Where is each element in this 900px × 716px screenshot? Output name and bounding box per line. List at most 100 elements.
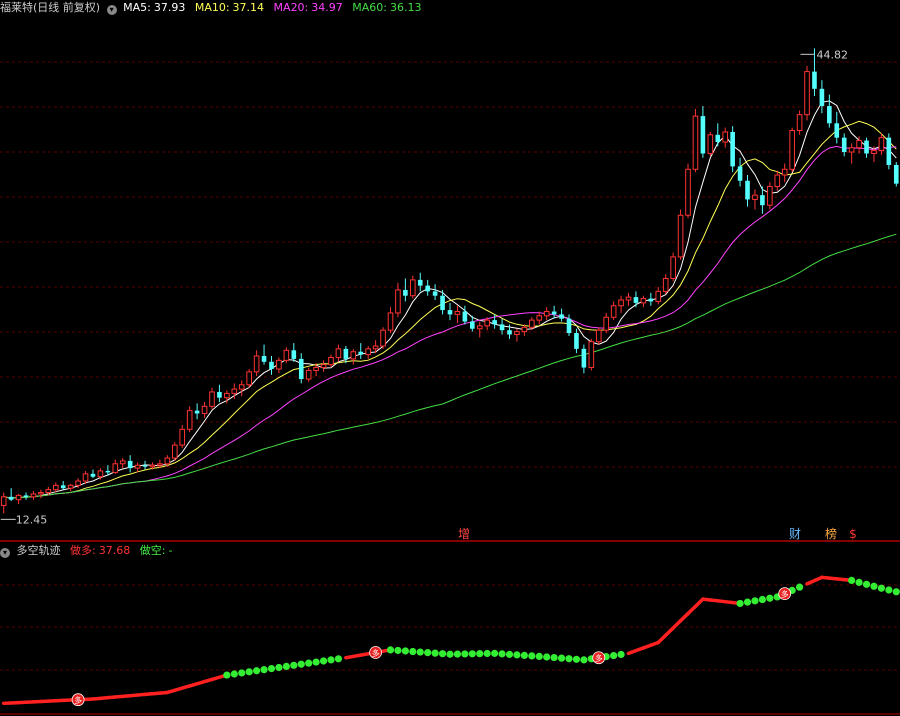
- short-dot: [543, 653, 551, 661]
- short-dot: [438, 650, 447, 658]
- candle-body-up: [395, 289, 401, 314]
- indicator-panel-header: ▾ 多空轨迹 做多: 37.68 做空: -: [0, 543, 175, 559]
- candle-body-down: [730, 131, 735, 167]
- stock-chart[interactable]: 44.8212.45增财榜 $多多多多: [0, 0, 900, 716]
- candle-body-up: [536, 315, 543, 321]
- candle-body-up: [484, 319, 490, 327]
- short-dot: [520, 651, 528, 659]
- candle-body-down: [142, 465, 148, 467]
- short-dot: [758, 595, 766, 604]
- candle-body-down: [298, 358, 304, 380]
- short-label: 做空:: [139, 544, 166, 557]
- candle-body-up: [610, 305, 617, 318]
- ma60-label: MA60:: [352, 1, 387, 14]
- short-dot: [230, 670, 238, 678]
- candle-body-up: [238, 384, 245, 390]
- candle-body-up: [662, 277, 669, 292]
- short-dot: [513, 651, 521, 659]
- short-dot: [535, 652, 543, 661]
- short-dot: [862, 580, 871, 588]
- panel-settings-icon[interactable]: ▾: [106, 5, 117, 15]
- candle-body-up: [677, 214, 684, 258]
- event-marker: 财: [789, 527, 801, 541]
- short-dot: [892, 588, 900, 596]
- candle-body-up: [796, 114, 803, 131]
- candle-body-down: [648, 298, 654, 302]
- candle-body-up: [365, 348, 371, 356]
- short-dot: [855, 578, 863, 586]
- candle-body-down: [864, 140, 869, 154]
- candle-body-up: [224, 392, 230, 399]
- short-dot: [453, 650, 462, 658]
- candle-body-up: [655, 290, 662, 302]
- short-dot: [610, 651, 618, 660]
- candle-body-up: [112, 463, 119, 473]
- candle-body-down: [403, 289, 408, 296]
- short-dot: [334, 655, 343, 663]
- candle-body-up: [670, 256, 676, 279]
- candle-body-down: [700, 116, 706, 154]
- candle-body-up: [75, 480, 81, 486]
- candle-body-up: [119, 460, 126, 465]
- candle-body-up: [476, 325, 483, 330]
- candle-body-up: [640, 298, 647, 304]
- candle-body-up: [804, 71, 810, 116]
- short-dot: [461, 650, 469, 658]
- ma10-value: 37.14: [232, 1, 265, 14]
- candle-body-up: [253, 355, 260, 373]
- candle-body-up: [618, 299, 624, 307]
- candle-body-up: [305, 369, 312, 380]
- candle-body-down: [432, 291, 438, 296]
- candle-body-down: [343, 348, 349, 359]
- candle-body-up: [410, 279, 416, 297]
- short-dot: [766, 594, 774, 602]
- candle-body-down: [812, 71, 817, 89]
- candle-body-down: [633, 297, 639, 303]
- candle-body-down: [194, 410, 200, 414]
- candle-body-up: [82, 473, 89, 482]
- candle-body-down: [566, 318, 572, 334]
- ma5-line: [3, 100, 897, 499]
- short-dot: [550, 653, 558, 662]
- candle-body-up: [871, 150, 877, 154]
- candle-body-down: [745, 180, 750, 200]
- candle-body-down: [127, 460, 133, 469]
- candle-body-up: [164, 457, 171, 465]
- indicator-settings-icon[interactable]: ▾: [0, 548, 10, 558]
- short-dot: [736, 599, 744, 608]
- candle-body-up: [45, 489, 52, 494]
- candle-body-up: [52, 484, 59, 491]
- candle-body-down: [893, 164, 899, 184]
- event-marker: 榜: [825, 526, 837, 541]
- indicator-title: 多空轨迹: [16, 544, 61, 557]
- short-dot: [491, 649, 499, 657]
- short-dot: [416, 648, 424, 656]
- candle-body-up: [149, 464, 156, 468]
- candle-body-down: [715, 134, 721, 142]
- candle-body-down: [559, 314, 564, 319]
- candle-body-up: [767, 186, 773, 206]
- candle-body-up: [848, 147, 855, 153]
- candle-body-down: [217, 391, 222, 398]
- candle-body-down: [8, 496, 14, 500]
- candle-body-down: [358, 351, 364, 355]
- short-dot: [795, 583, 804, 591]
- candles: [0, 48, 899, 514]
- short-dot: [580, 656, 588, 664]
- candle-body-up: [781, 168, 788, 176]
- short-dot: [267, 664, 276, 673]
- candle-body-up: [856, 140, 862, 149]
- candle-body-up: [335, 348, 342, 358]
- candle-body-up: [179, 428, 186, 446]
- long-label: 做多:: [70, 544, 96, 557]
- candle-body-down: [60, 485, 66, 489]
- candle-body-down: [841, 137, 847, 153]
- short-dot: [476, 650, 484, 658]
- candle-body-up: [692, 115, 699, 170]
- short-dot: [223, 671, 231, 679]
- short-dot: [319, 657, 328, 665]
- candle-body-up: [328, 356, 334, 366]
- candle-body-down: [834, 123, 840, 138]
- short-dot: [401, 647, 409, 655]
- ma5-value: 37.93: [153, 1, 186, 14]
